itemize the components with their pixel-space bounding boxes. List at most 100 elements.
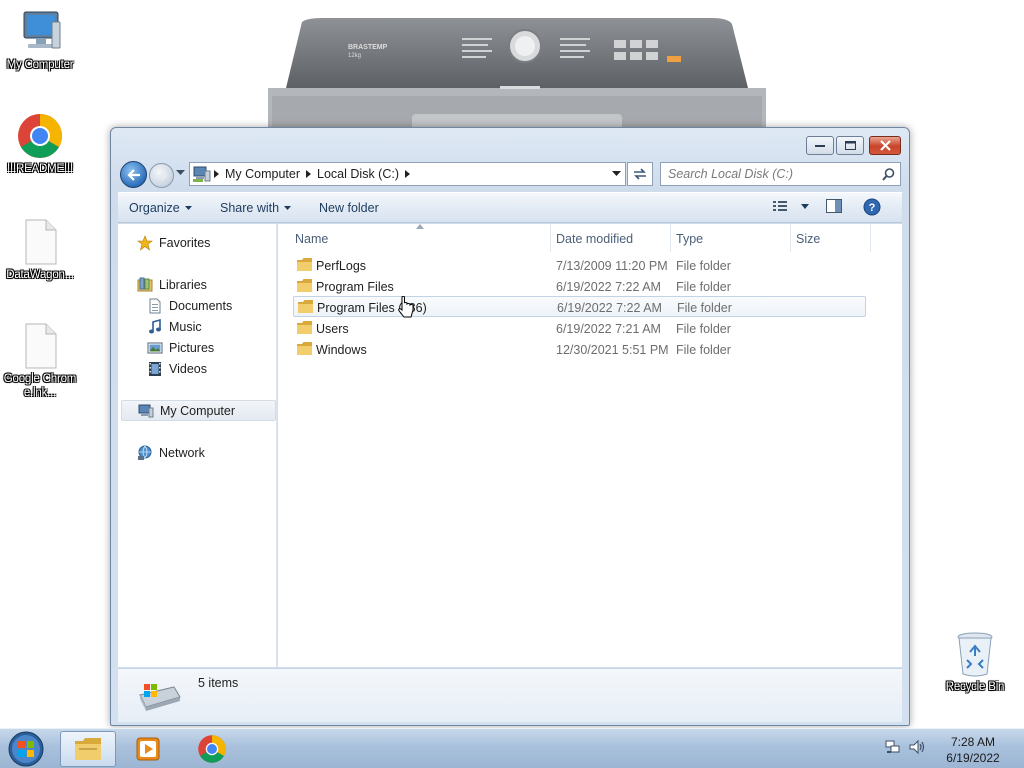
chrome-icon (198, 735, 226, 763)
address-history-dropdown-icon[interactable] (612, 171, 621, 177)
change-view-button[interactable] (772, 199, 809, 213)
forward-button[interactable] (149, 163, 174, 188)
file-date: 12/30/2021 5:51 PM (556, 343, 669, 357)
desktop-icon-my-computer[interactable]: My Computer (0, 8, 80, 72)
help-icon: ? (863, 198, 881, 216)
table-row[interactable]: Program Files (x86) 6/19/2022 7:22 AM Fi… (293, 296, 866, 317)
item-count: 5 items (198, 676, 239, 690)
column-header-type[interactable]: Type (676, 232, 703, 246)
breadcrumb-separator[interactable] (211, 163, 222, 185)
search-input[interactable] (661, 167, 871, 181)
organize-menu-button[interactable]: Organize (129, 201, 192, 215)
file-type: File folder (676, 322, 731, 336)
table-row[interactable]: PerfLogs 7/13/2009 11:20 PM File folder (293, 255, 866, 276)
file-date: 6/19/2022 7:22 AM (556, 280, 661, 294)
windows-logo-icon (8, 731, 44, 767)
file-name: Windows (316, 343, 367, 357)
nav-libraries[interactable]: Libraries (137, 274, 294, 295)
table-row[interactable]: Windows 12/30/2021 5:51 PM File folder (293, 339, 866, 360)
back-button[interactable] (120, 161, 147, 188)
file-name: Users (316, 322, 349, 336)
file-date: 6/19/2022 7:22 AM (557, 301, 662, 315)
file-icon (25, 323, 57, 369)
address-bar[interactable]: My Computer Local Disk (C:) (189, 162, 626, 186)
folder-icon (297, 279, 312, 292)
help-button[interactable]: ? (863, 198, 881, 216)
column-divider[interactable] (790, 224, 791, 252)
desktop-icon-label: My Computer (6, 59, 74, 71)
new-folder-label: New folder (319, 201, 379, 215)
music-icon (149, 318, 161, 333)
desktop-icon-recycle-bin[interactable]: Recycle Bin (935, 630, 1015, 694)
close-button[interactable] (869, 136, 901, 155)
command-bar: Organize Share with New folder ? (118, 192, 902, 223)
breadcrumb-separator[interactable] (402, 163, 413, 185)
desktop-icon-readme[interactable]: !!!README!!! (0, 112, 80, 176)
clock-date: 6/19/2022 (946, 751, 1000, 765)
new-folder-button[interactable]: New folder (319, 201, 379, 215)
videos-icon (149, 361, 161, 376)
taskbar-media-player-button[interactable] (120, 731, 176, 767)
system-tray (885, 739, 925, 755)
nav-label: Pictures (169, 340, 215, 355)
maximize-icon (844, 141, 856, 150)
network-status-icon[interactable] (885, 739, 901, 755)
file-list: Name Date modified Type Size PerfLogs 7/… (278, 224, 902, 667)
file-date: 7/13/2009 11:20 PM (556, 259, 668, 273)
sort-ascending-icon (416, 224, 424, 229)
refresh-icon (634, 168, 646, 180)
preview-pane-button[interactable] (826, 199, 842, 213)
start-button[interactable] (6, 730, 46, 768)
nav-my-computer[interactable]: My Computer (121, 400, 276, 421)
recent-pages-dropdown-icon[interactable] (176, 170, 185, 176)
column-divider[interactable] (670, 224, 671, 252)
taskbar-explorer-button[interactable] (60, 731, 116, 767)
breadcrumb-separator[interactable] (303, 163, 314, 185)
chevron-right-icon (306, 170, 312, 178)
recycle-bin-icon (957, 632, 993, 677)
table-row[interactable]: Program Files 6/19/2022 7:22 AM File fol… (293, 276, 866, 297)
minimize-button[interactable] (806, 136, 834, 155)
chevron-down-icon (284, 206, 292, 210)
mouse-cursor-icon (398, 296, 414, 318)
column-divider[interactable] (870, 224, 871, 252)
file-icon (25, 219, 57, 265)
taskbar-clock[interactable]: 7:28 AM 6/19/2022 (930, 734, 1016, 766)
column-header-size[interactable]: Size (796, 232, 820, 246)
svg-text:?: ? (869, 202, 876, 214)
desktop-icon-chrome-lnk[interactable]: Google Chrome.lnk... (0, 322, 80, 400)
arrow-left-icon (126, 168, 140, 181)
nav-label: Network (159, 445, 205, 460)
column-header-date-modified[interactable]: Date modified (556, 232, 633, 246)
file-name: PerfLogs (316, 259, 367, 273)
file-type: File folder (676, 280, 731, 294)
folder-icon (298, 300, 313, 313)
maximize-button[interactable] (836, 136, 864, 155)
preview-pane-icon (826, 199, 842, 213)
refresh-button[interactable] (627, 162, 653, 186)
share-with-menu-button[interactable]: Share with (220, 201, 292, 215)
explorer-window: My Computer Local Disk (C:) Organize Sha… (110, 127, 910, 726)
pictures-icon (147, 342, 163, 353)
breadcrumb-local-disk[interactable]: Local Disk (C:) (314, 167, 402, 181)
column-header-name[interactable]: Name (295, 232, 328, 246)
file-type: File folder (677, 301, 732, 315)
desktop-icon-datawagon[interactable]: DataWagon... (0, 218, 80, 282)
search-box[interactable] (660, 162, 901, 186)
chevron-right-icon (214, 170, 219, 178)
nav-network[interactable]: Network (137, 442, 294, 463)
nav-favorites[interactable]: Favorites (137, 232, 294, 253)
column-divider[interactable] (550, 224, 551, 252)
file-name: Program Files (316, 280, 394, 294)
file-type: File folder (676, 343, 731, 357)
volume-icon[interactable] (909, 739, 925, 755)
chevron-right-icon (405, 170, 410, 178)
search-icon[interactable] (882, 168, 895, 181)
desktop-icon-label: DataWagon... (6, 269, 74, 281)
taskbar-chrome-button[interactable] (184, 731, 240, 767)
taskbar: 7:28 AM 6/19/2022 (0, 728, 1024, 768)
wallpaper-washing-machine: BRASTEMP 12kg (268, 18, 766, 130)
nav-label: Favorites (159, 235, 211, 250)
breadcrumb-my-computer[interactable]: My Computer (222, 167, 303, 181)
table-row[interactable]: Users 6/19/2022 7:21 AM File folder (293, 318, 866, 339)
